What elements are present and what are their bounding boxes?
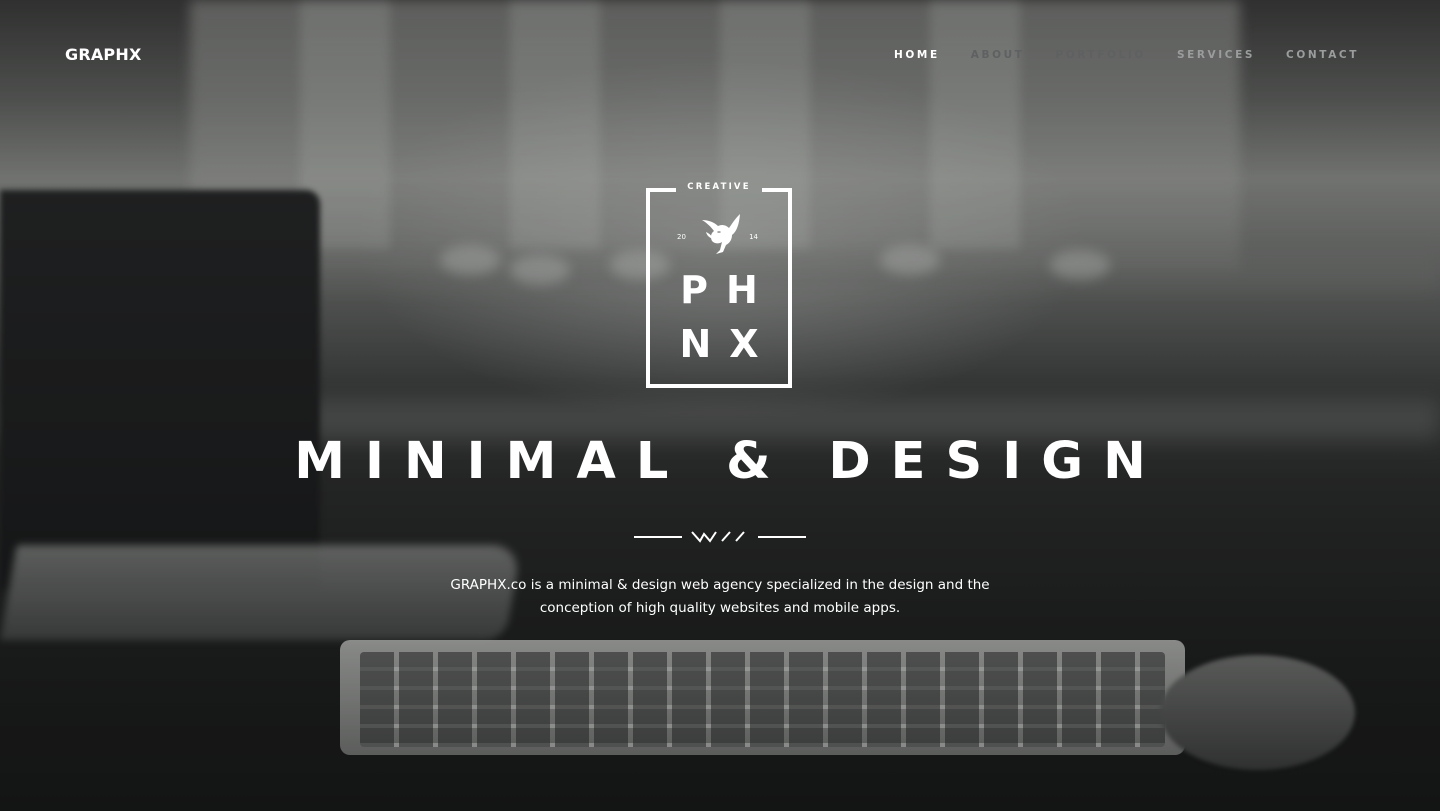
- emblem-text-ph: PH: [680, 268, 776, 312]
- nav-item-contact[interactable]: CONTACT: [1286, 49, 1359, 61]
- dark-overlay: [0, 0, 1440, 811]
- emblem-creative-label: CREATIVE: [687, 182, 751, 192]
- phoenix-bird-icon: [702, 214, 740, 254]
- page: GRAPHX HOME ABOUT PORTFOLIO SERVICES CON…: [0, 0, 1440, 811]
- emblem-year-right: 14: [749, 233, 758, 241]
- phnx-emblem: CREATIVE 20 14 PH NX: [646, 182, 792, 388]
- hero-description-line2: conception of high quality websites and …: [539, 600, 901, 616]
- nav-item-home[interactable]: HOME: [894, 49, 940, 61]
- nav-item-services[interactable]: SERVICES: [1177, 49, 1255, 61]
- nav-item-portfolio[interactable]: PORTFOLIO: [1056, 49, 1146, 61]
- nav-item-about[interactable]: ABOUT: [971, 49, 1025, 61]
- hero-description: GRAPHX.co is a minimal & design web agen…: [420, 574, 1020, 620]
- main-nav: HOME ABOUT PORTFOLIO SERVICES CONTACT: [863, 49, 1359, 61]
- emblem-year-left: 20: [677, 233, 686, 241]
- emblem-text-nx: NX: [679, 322, 777, 366]
- hero-headline: MINIMAL & DESIGN: [294, 432, 1166, 491]
- hero-description-line1: GRAPHX.co is a minimal & design web agen…: [450, 577, 990, 593]
- ornament-divider: [634, 531, 806, 543]
- site-logo[interactable]: GRAPHX: [65, 45, 142, 64]
